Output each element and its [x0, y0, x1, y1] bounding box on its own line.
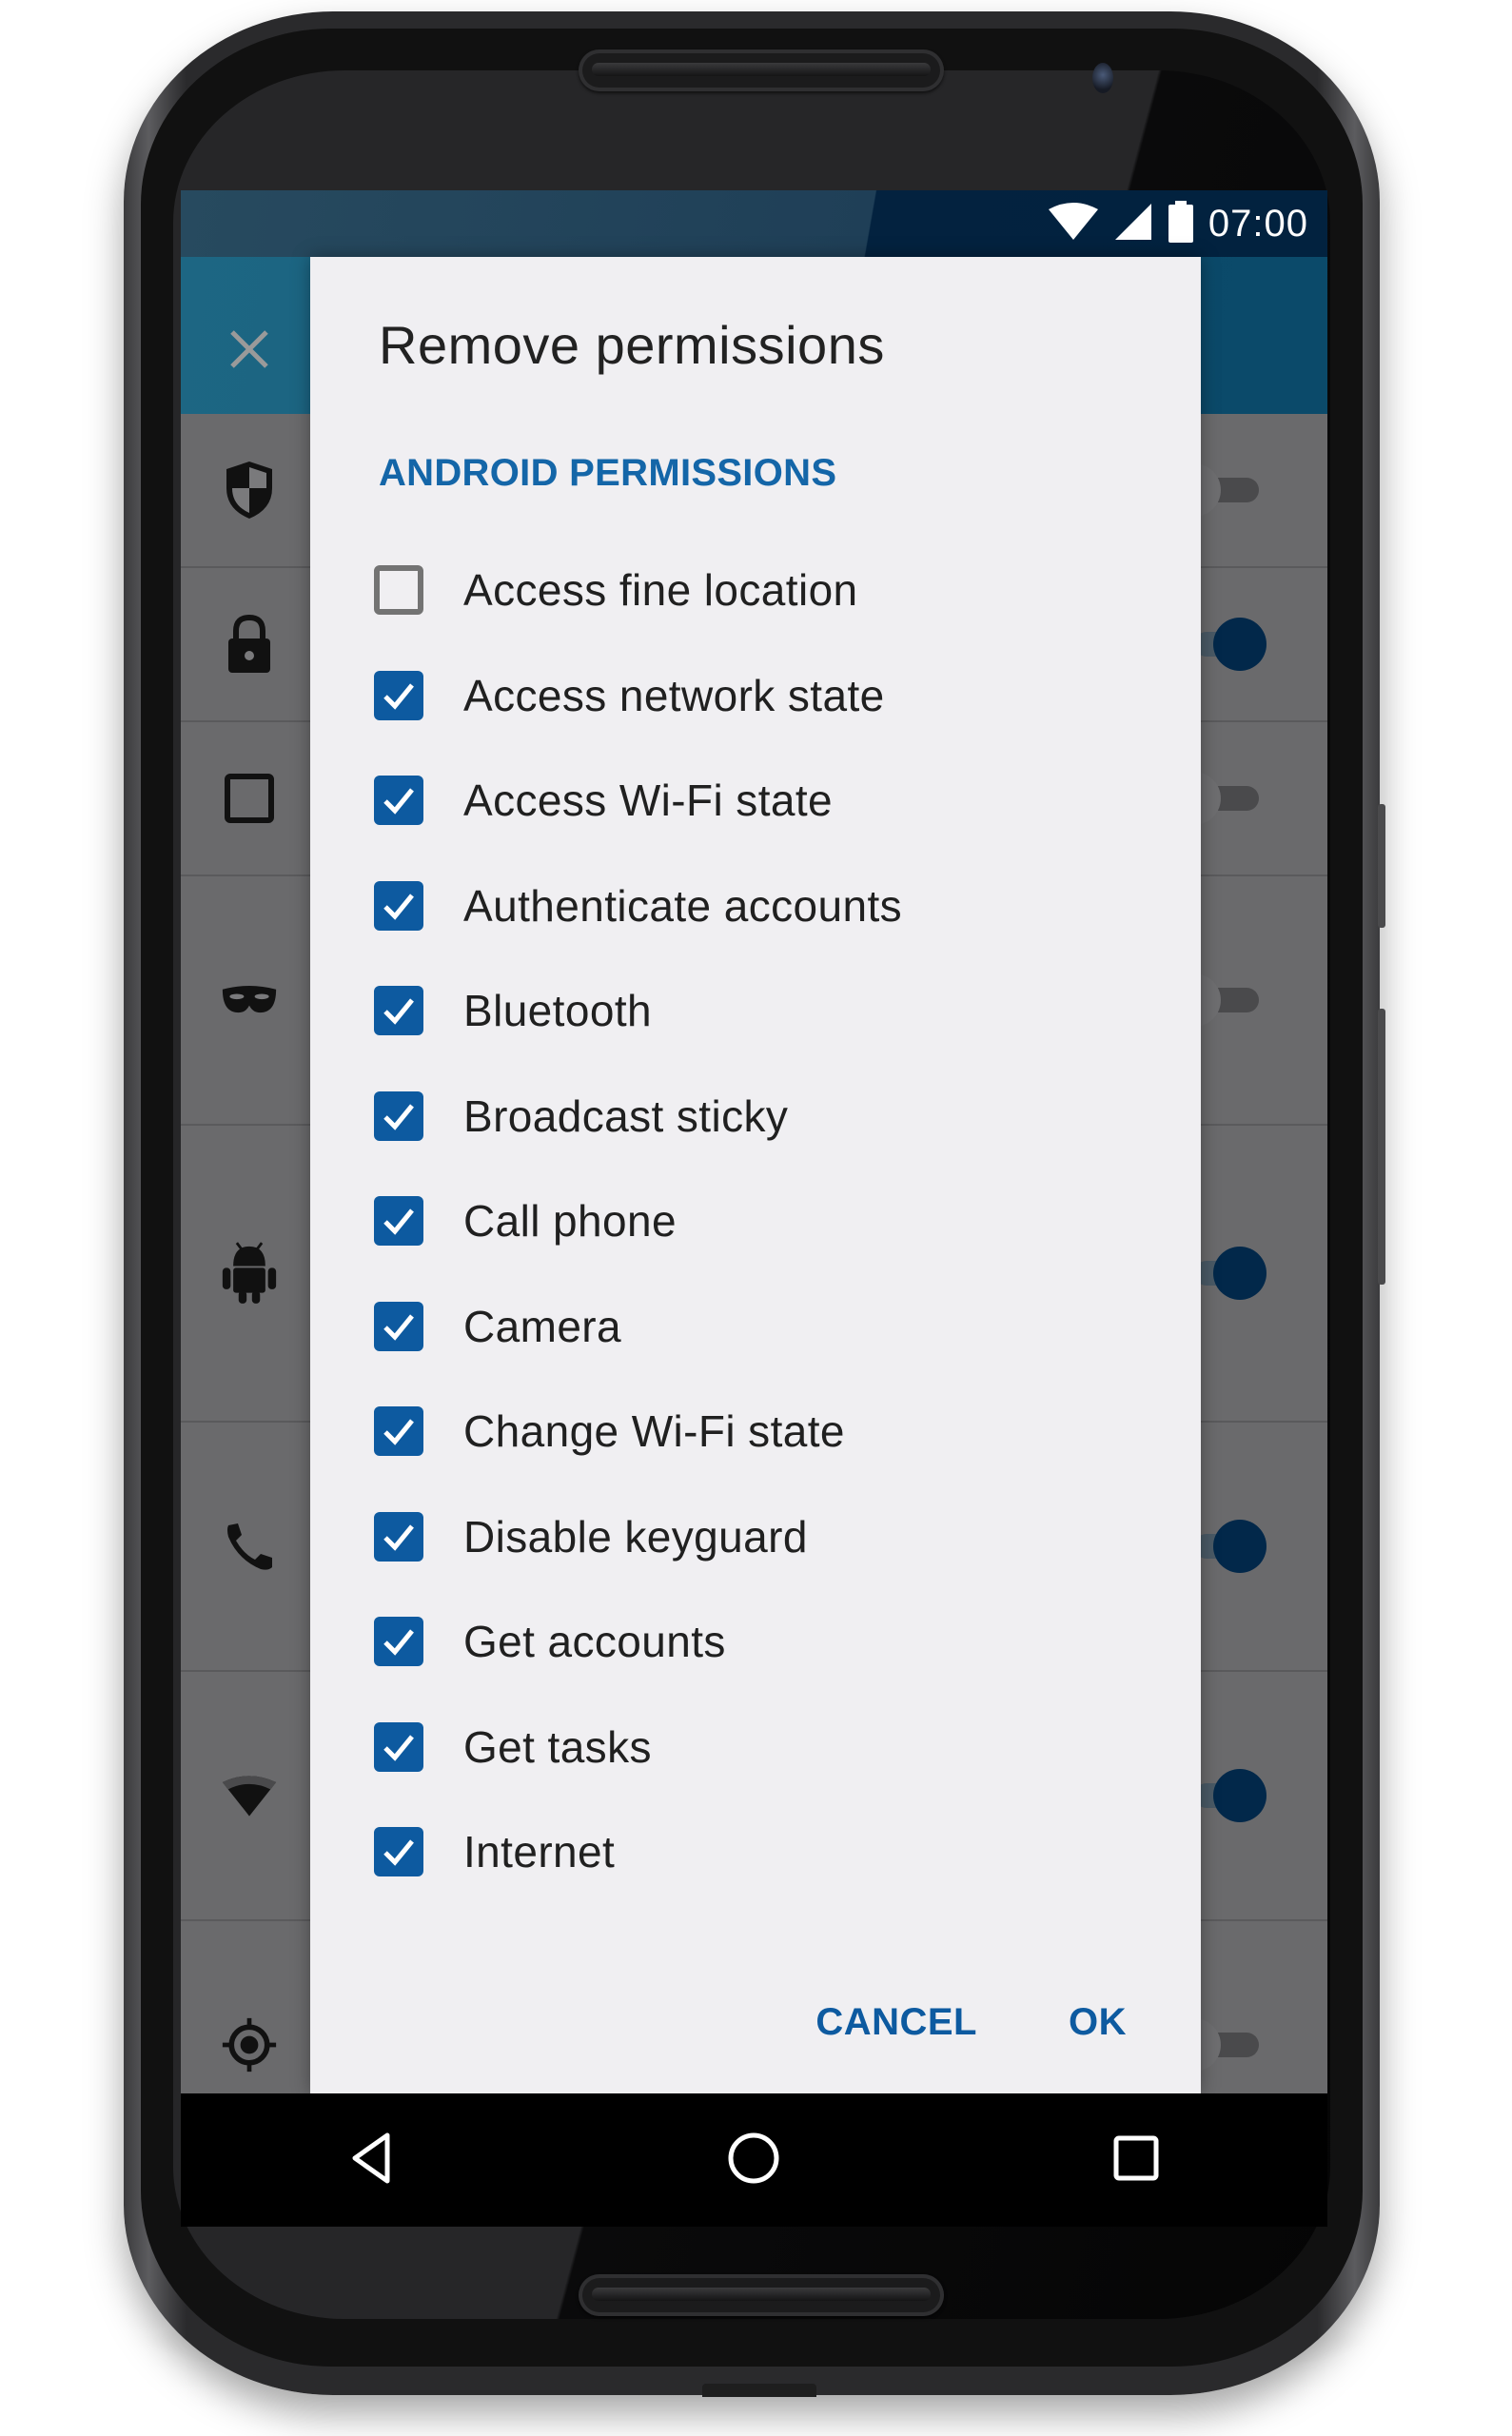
checkbox-checked[interactable]: [374, 1511, 423, 1562]
battery-icon: [1167, 200, 1195, 247]
permission-item[interactable]: Broadcast sticky: [310, 1064, 1201, 1169]
permission-label: Bluetooth: [463, 986, 652, 1036]
checkbox-checked[interactable]: [374, 1196, 423, 1247]
checkbox-checked[interactable]: [374, 776, 423, 826]
power-button: [1378, 1009, 1385, 1285]
permission-label: Access network state: [463, 670, 885, 720]
toggle-switch[interactable]: [1194, 1247, 1267, 1300]
navigation-bar: [181, 2093, 1327, 2227]
permission-label: Get tasks: [463, 1721, 652, 1772]
wifi-icon: [1047, 202, 1100, 246]
permission-label: Authenticate accounts: [463, 880, 903, 931]
permission-label: Call phone: [463, 1196, 677, 1247]
check-icon: [383, 1208, 414, 1235]
ok-button[interactable]: OK: [1023, 1992, 1201, 2053]
permission-item[interactable]: Camera: [310, 1274, 1201, 1380]
permission-item[interactable]: Get tasks: [310, 1695, 1201, 1800]
volume-button: [1378, 804, 1385, 928]
permission-label: Change Wi-Fi state: [463, 1406, 845, 1457]
permission-label: Access Wi-Fi state: [463, 776, 834, 826]
usb-port: [702, 2384, 816, 2397]
checkbox-checked[interactable]: [374, 1721, 423, 1772]
checkbox-checked[interactable]: [374, 1406, 423, 1457]
check-icon: [383, 683, 414, 710]
wifi-icon: [221, 1767, 278, 1824]
permission-item[interactable]: Call phone: [310, 1169, 1201, 1274]
permission-label: Access fine location: [463, 565, 858, 616]
permission-item[interactable]: Access Wi-Fi state: [310, 748, 1201, 854]
permission-list[interactable]: Access fine location Access network state…: [310, 538, 1201, 1917]
permission-label: Broadcast sticky: [463, 1090, 789, 1141]
toggle-switch[interactable]: [1168, 463, 1259, 517]
permission-label: Internet: [463, 1827, 616, 1877]
permission-item[interactable]: Bluetooth: [310, 958, 1201, 1064]
check-icon: [383, 1314, 414, 1341]
shield-icon: [221, 462, 278, 519]
dialog-title: Remove permissions: [379, 315, 885, 375]
dialog-actions: CANCEL OK: [770, 1984, 1201, 2060]
checkbox-checked[interactable]: [374, 986, 423, 1036]
checkbox-checked[interactable]: [374, 1827, 423, 1877]
status-time: 07:00: [1208, 202, 1308, 245]
android-icon: [221, 1242, 278, 1304]
checkbox-checked[interactable]: [374, 880, 423, 931]
toggle-switch[interactable]: [1168, 772, 1259, 825]
permission-label: Get accounts: [463, 1617, 726, 1667]
cellular-signal-icon: [1113, 202, 1153, 246]
recents-icon[interactable]: [1108, 2130, 1165, 2191]
check-icon: [383, 998, 414, 1025]
check-icon: [383, 1104, 414, 1130]
home-icon[interactable]: [725, 2130, 782, 2191]
bottom-speaker: [579, 2274, 944, 2316]
back-icon[interactable]: [344, 2130, 401, 2191]
toggle-switch[interactable]: [1194, 1769, 1267, 1822]
toggle-switch[interactable]: [1194, 618, 1267, 671]
mask-icon: [221, 972, 278, 1029]
permission-item[interactable]: Authenticate accounts: [310, 854, 1201, 959]
checkbox-checked[interactable]: [374, 1301, 423, 1351]
lock-icon: [221, 614, 278, 673]
permission-item[interactable]: Access fine location: [310, 538, 1201, 643]
phone-icon: [221, 1518, 278, 1575]
permission-label: Camera: [463, 1301, 622, 1351]
permission-item[interactable]: Internet: [310, 1799, 1201, 1905]
section-header: ANDROID PERMISSIONS: [379, 452, 837, 494]
permission-item[interactable]: Access network state: [310, 643, 1201, 749]
checkbox-checked[interactable]: [374, 1617, 423, 1667]
check-icon: [383, 1419, 414, 1445]
toggle-switch[interactable]: [1168, 973, 1259, 1027]
location-icon: [221, 2016, 278, 2073]
check-icon: [383, 894, 414, 920]
checkbox-checked[interactable]: [374, 670, 423, 720]
check-icon: [383, 1839, 414, 1866]
permission-label: Disable keyguard: [463, 1511, 808, 1562]
remove-permissions-dialog: Remove permissions ANDROID PERMISSIONS A…: [310, 257, 1201, 2093]
permission-item[interactable]: Manage accounts: [310, 1905, 1201, 1918]
close-icon[interactable]: [228, 328, 270, 370]
toggle-switch[interactable]: [1194, 1520, 1267, 1573]
permission-item[interactable]: Change Wi-Fi state: [310, 1379, 1201, 1484]
checkbox-unchecked[interactable]: [374, 565, 423, 616]
screen-icon: [221, 770, 278, 827]
cancel-button[interactable]: CANCEL: [770, 1992, 1023, 2053]
check-icon: [383, 1629, 414, 1656]
toggle-switch[interactable]: [1168, 2018, 1259, 2072]
check-icon: [383, 1524, 414, 1551]
check-icon: [383, 1735, 414, 1761]
earpiece-speaker: [579, 49, 944, 91]
permission-item[interactable]: Disable keyguard: [310, 1484, 1201, 1590]
permission-item[interactable]: Get accounts: [310, 1589, 1201, 1695]
front-camera: [1092, 63, 1113, 93]
check-icon: [383, 788, 414, 815]
status-bar: 07:00: [181, 190, 1327, 257]
checkbox-checked[interactable]: [374, 1090, 423, 1141]
